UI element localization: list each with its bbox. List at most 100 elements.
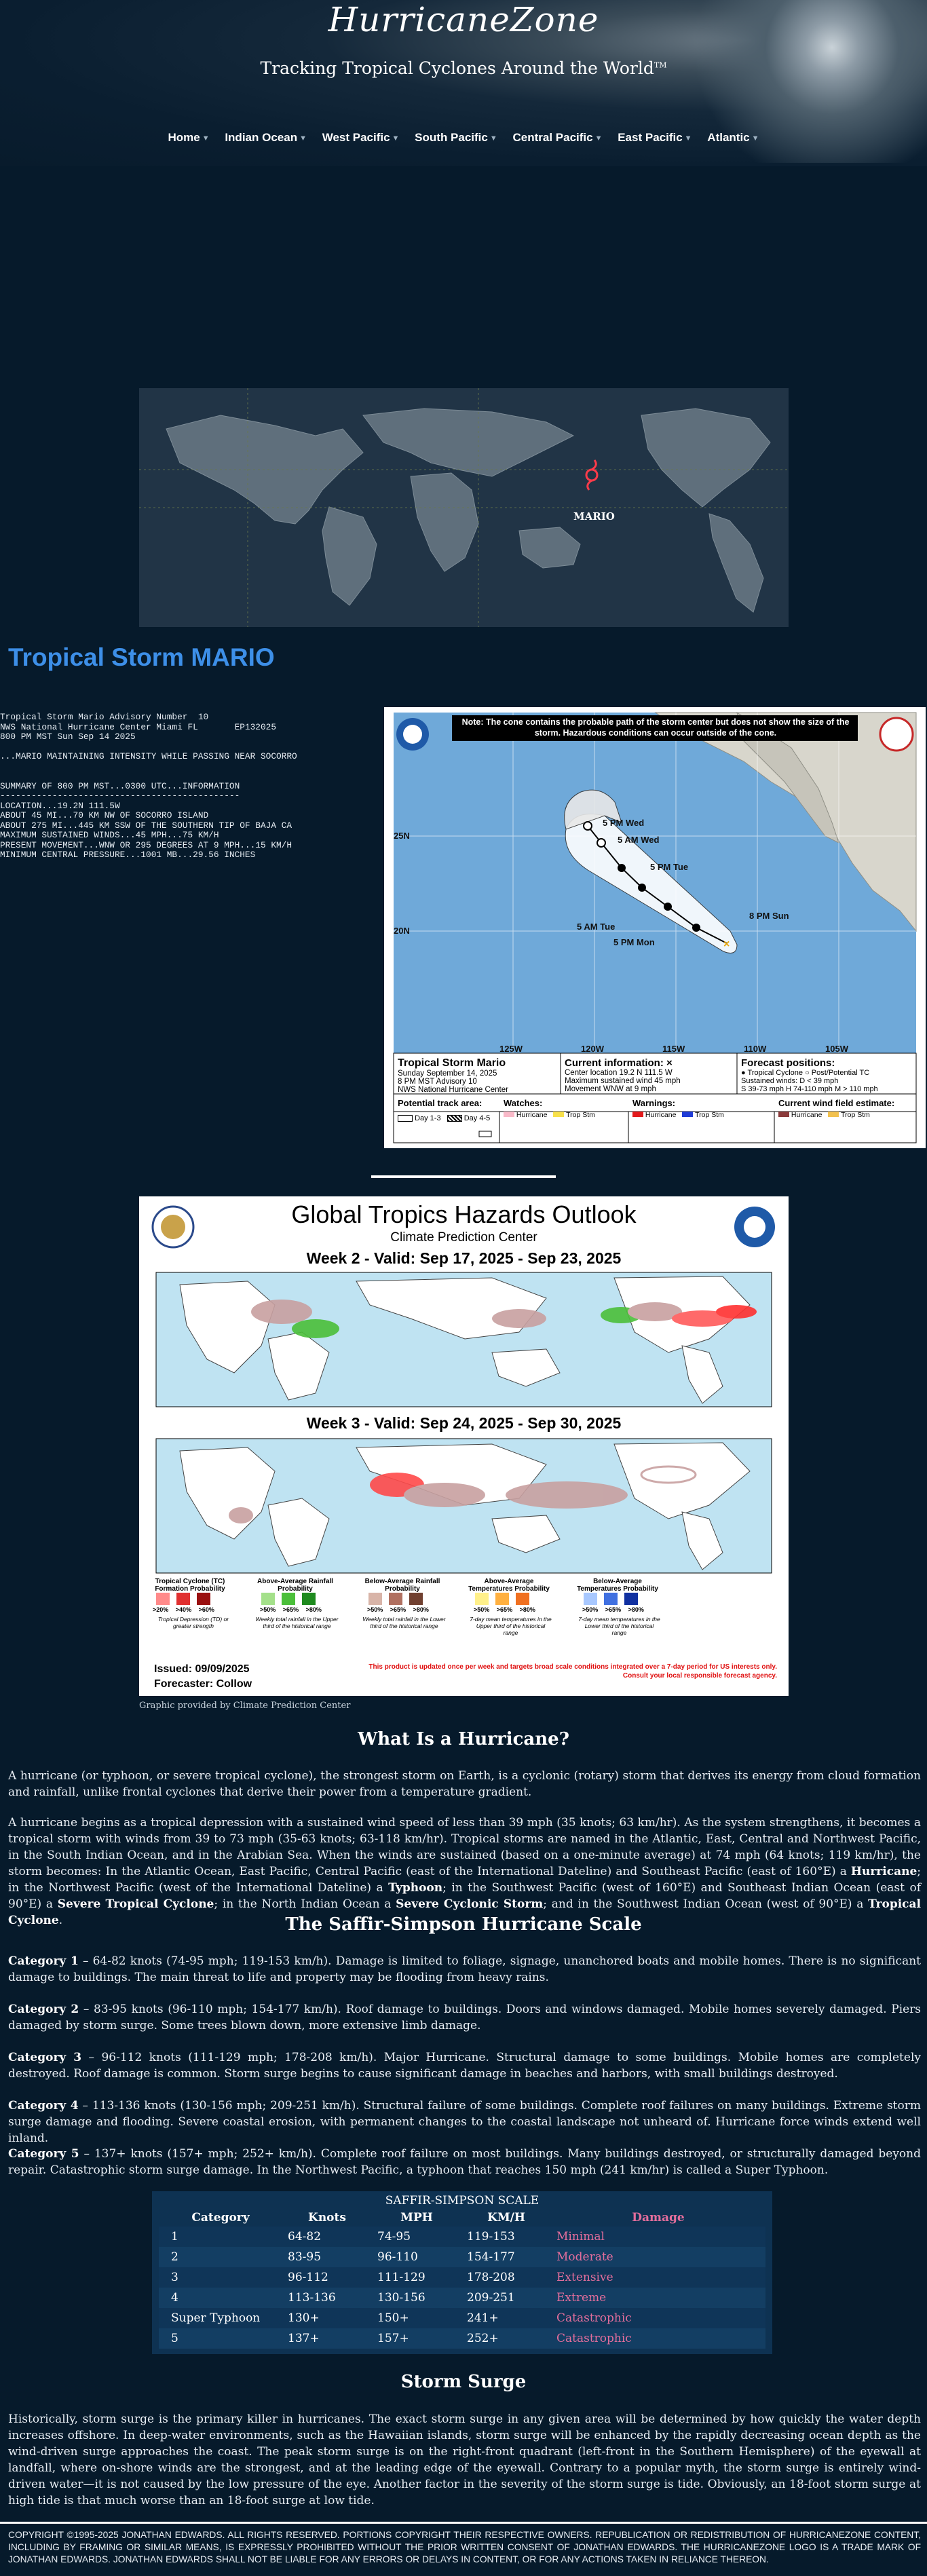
damage-cell: Minimal [551, 2227, 765, 2247]
table-cell: 5 [159, 2328, 282, 2349]
category-label: Category 4 [8, 2099, 79, 2113]
column-header: Category [191, 2211, 250, 2224]
lon-label: 115W [662, 1044, 685, 1054]
track-area-items: Day 1-3 Day 4-5 [398, 1114, 499, 1122]
ts-watch-swatch-icon [553, 1112, 565, 1117]
hazards-issued: Issued: 09/09/2025 [154, 1663, 250, 1675]
term-severe-tropical-cyclone: Severe Tropical Cyclone [57, 1897, 214, 1911]
category-paragraph: Category 1 – 64-82 knots (74-95 mph; 119… [8, 1953, 921, 1986]
forecast-positions-line: S 39-73 mph H 74-110 mph M > 110 mph [741, 1085, 878, 1093]
damage-cell: Catastrophic [551, 2328, 765, 2349]
global-tropics-hazards-graphic[interactable]: Global Tropics Hazards Outlook Climate P… [139, 1196, 789, 1696]
table-cell: 119-153 [461, 2227, 551, 2247]
hazards-week2-label: Week 2 - Valid: Sep 17, 2025 - Sep 23, 2… [306, 1249, 622, 1267]
warning-item: Trop Stm [695, 1111, 724, 1119]
table-cell: 1 [159, 2227, 282, 2247]
cone-center-line: NWS National Hurricane Center [398, 1086, 508, 1094]
legend-level: >65% [282, 1606, 299, 1613]
table-row: 2 83-95 96-110 154-177 Moderate [159, 2247, 765, 2267]
forecast-label: 5 PM Tue [650, 862, 688, 872]
storm-marker-label[interactable]: MARIO [573, 510, 615, 523]
table-row: Super Typhoon 130+ 150+ 241+ Catastrophic [159, 2308, 765, 2328]
wind-field-title: Current wind field estimate: [778, 1098, 895, 1108]
forecast-cone-graphic[interactable]: × 5 PM Wed 5 AM Wed 5 PM Tue 5 AM Tue 5 … [384, 707, 926, 1148]
table-row: 5 137+ 157+ 252+ Catastrophic [159, 2328, 765, 2349]
track-area-item: Day 4-5 [463, 1114, 491, 1122]
what-paragraph-1: A hurricane (or typhoon, or severe tropi… [8, 1769, 921, 1799]
table-cell: 113-136 [282, 2288, 372, 2308]
hazards-credit: Graphic provided by Climate Prediction C… [139, 1701, 351, 1711]
category-paragraph: Category 3 – 96-112 knots (111-129 mph; … [8, 2049, 921, 2082]
ts-warning-swatch-icon [682, 1112, 694, 1117]
nav-west-pacific[interactable]: West Pacific ▼ [322, 131, 400, 145]
track-area-item: Day 1-3 [415, 1114, 441, 1122]
category-text: – 137+ knots (157+ mph; 252+ km/h). Comp… [8, 2147, 921, 2177]
legend-level: >50% [582, 1606, 599, 1613]
legend-levels: >50% >65% >80% [582, 1606, 664, 1613]
column-header: KM/H [487, 2211, 525, 2224]
nav-atlantic[interactable]: Atlantic ▼ [707, 131, 759, 145]
current-info-line: Movement WNW at 9 mph [565, 1085, 656, 1093]
wind-item: Trop Stm [841, 1111, 870, 1119]
footer-copyright: COPYRIGHT ©1995-2025 JONATHAN EDWARDS. A… [8, 2530, 921, 2564]
legend-levels: >20% >40% >60% [153, 1606, 234, 1613]
nav-south-pacific[interactable]: South Pacific ▼ [415, 131, 497, 145]
legend-note: Weekly total rainfall in the Lower third… [362, 1616, 446, 1629]
current-info-line: Maximum sustained wind 45 mph [565, 1077, 681, 1085]
cone-note: Note: The cone contains the probable pat… [461, 717, 850, 738]
table-cell: 137+ [282, 2328, 372, 2349]
legend-level: >50% [474, 1606, 490, 1613]
category-paragraph: Category 5 – 137+ knots (157+ mph; 252+ … [8, 2146, 921, 2178]
site-title[interactable]: HurricaneZone [0, 0, 927, 39]
site-tagline: Tracking Tropical Cyclones Around the Wo… [0, 58, 927, 78]
tagline-text: Tracking Tropical Cyclones Around the Wo… [260, 58, 654, 78]
legend-title: Above-Average Rainfall Probability [257, 1578, 333, 1593]
legend-note: 7-day mean temperatures in the Lower thi… [578, 1616, 660, 1636]
column-header: MPH [400, 2211, 433, 2224]
footer-divider [0, 2522, 927, 2524]
legend-level: >65% [390, 1606, 406, 1613]
chevron-down-icon: ▼ [594, 134, 603, 143]
forecast-positions-line: ● Tropical Cyclone ○ Post/Potential TC [741, 1069, 870, 1077]
column-header: Knots [308, 2211, 346, 2224]
table-cell: 111-129 [372, 2267, 461, 2288]
table-cell: 178-208 [461, 2267, 551, 2288]
warnings-title: Warnings: [632, 1098, 676, 1108]
table-cell: 96-112 [282, 2267, 372, 2288]
current-info-line: Center location 19.2 N 111.5 W [565, 1069, 673, 1077]
forecast-label: 5 AM Wed [618, 835, 659, 845]
nav-central-pacific[interactable]: Central Pacific ▼ [512, 131, 602, 145]
chevron-down-icon: ▼ [489, 134, 497, 143]
table-cell: 130-156 [372, 2288, 461, 2308]
table-cell: 74-95 [372, 2227, 461, 2247]
legend-level: >80% [519, 1606, 535, 1613]
world-storm-map[interactable]: MARIO [139, 388, 789, 627]
day13-swatch-icon [398, 1115, 413, 1122]
table-cell: 252+ [461, 2328, 551, 2349]
nav-home[interactable]: Home ▼ [168, 131, 209, 145]
current-info-title: Current information: × [565, 1057, 673, 1069]
damage-cell: Catastrophic [551, 2308, 765, 2328]
nav-indian-ocean[interactable]: Indian Ocean ▼ [225, 131, 307, 145]
nws-logo-icon [879, 717, 914, 752]
table-cell: 64-82 [282, 2227, 372, 2247]
lon-label: 120W [581, 1044, 605, 1054]
cone-storm-name: Tropical Storm Mario [398, 1057, 506, 1069]
cone-storm-info: Tropical Storm Mario Sunday September 14… [398, 1057, 557, 1094]
table-cell: 96-110 [372, 2247, 461, 2267]
category-paragraph: Category 4 – 113-136 knots (130-156 mph;… [8, 2098, 921, 2146]
cone-advisory-line: 8 PM MST Advisory 10 [398, 1078, 477, 1086]
legend-level: >40% [175, 1606, 192, 1613]
forecast-positions-line: Sustained winds: D < 39 mph [741, 1077, 839, 1085]
category-label: Category 3 [8, 2051, 82, 2064]
forecast-label: 5 PM Wed [603, 818, 644, 828]
current-position-icon: × [723, 939, 730, 950]
table-body: 1 64-82 74-95 119-153 Minimal 2 83-95 96-110 154… [159, 2227, 765, 2349]
forecast-label: 5 PM Mon [613, 937, 655, 947]
day45-swatch-icon [447, 1115, 462, 1122]
legend-levels: >50% >65% >80% [474, 1606, 555, 1613]
nav-east-pacific[interactable]: East Pacific ▼ [618, 131, 692, 145]
term-hurricane: Hurricane [850, 1865, 917, 1878]
storm-surge-heading: Storm Surge [400, 2372, 527, 2392]
lat-label: 25N [394, 831, 410, 841]
